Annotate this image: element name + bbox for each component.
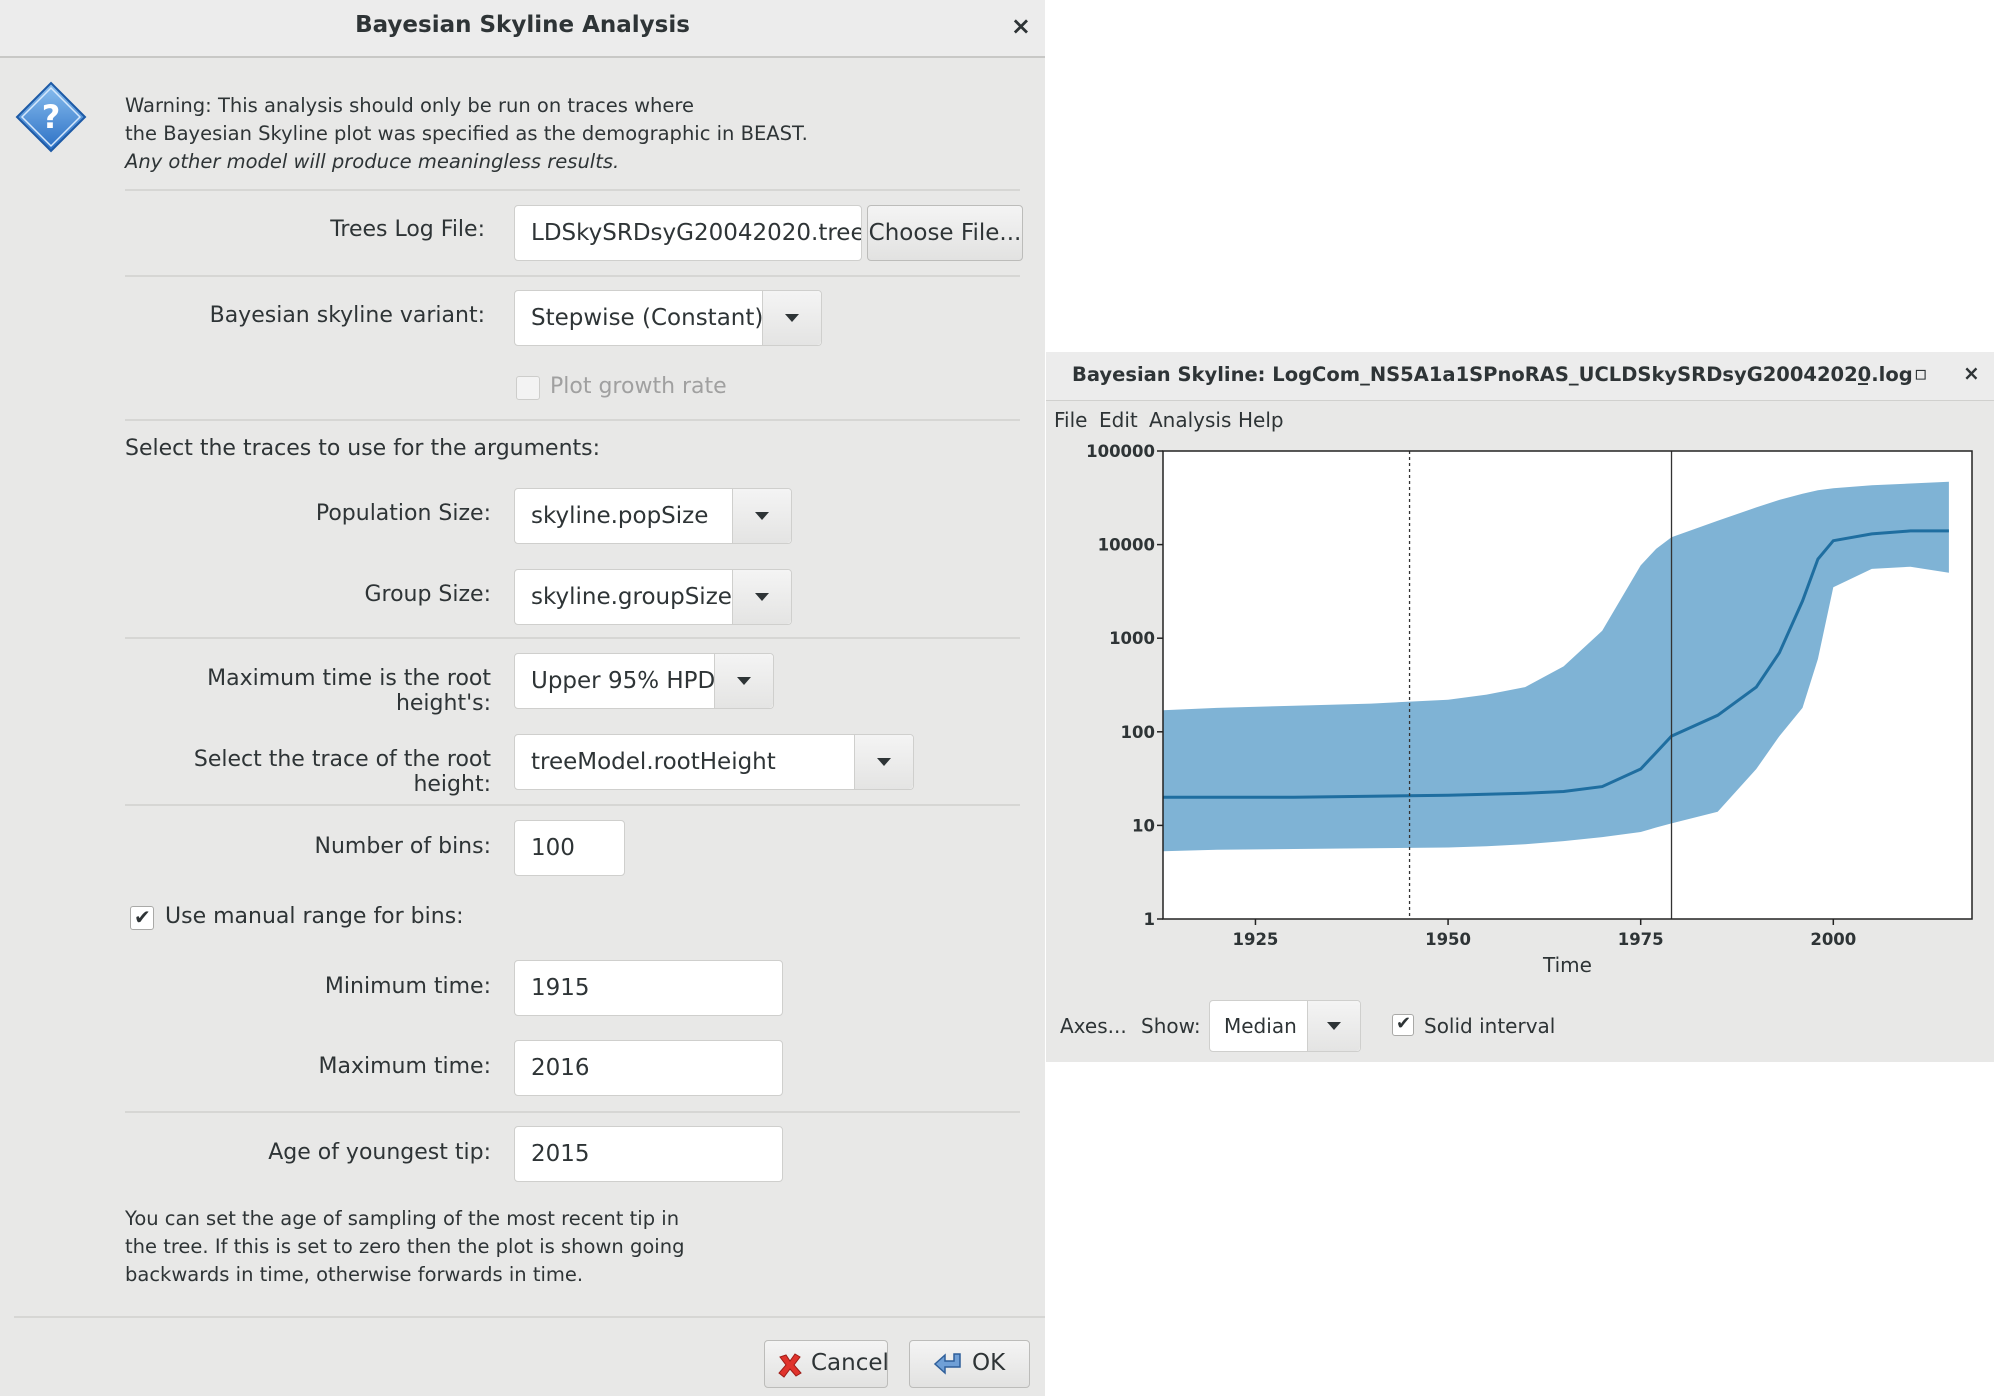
svg-text:?: ? — [42, 98, 61, 136]
skyline-window-title: Bayesian Skyline: LogCom_NS5A1a1SPnoRAS_… — [1072, 363, 1913, 386]
number-of-bins-label: Number of bins: — [314, 834, 491, 859]
y-tick-label: 1000 — [1109, 629, 1155, 648]
population-size-label: Population Size: — [315, 501, 491, 526]
y-tick-label: 1 — [1144, 910, 1155, 929]
show-value: Median — [1224, 1014, 1297, 1038]
plot-growth-rate-label: Plot growth rate — [550, 374, 727, 399]
skyline-chart: 1 10 100 1000 10000 100000 1925 1950 1975 2000 Tim… — [1086, 442, 1973, 977]
group-size-label: Group Size: — [364, 582, 491, 607]
ok-label: OK — [972, 1350, 1006, 1376]
minimum-time-label: Minimum time: — [324, 974, 491, 999]
skyline-variant-label: Bayesian skyline variant: — [209, 303, 485, 328]
group-size-value: skyline.groupSize — [531, 584, 732, 610]
max-time-root-select[interactable]: Upper 95% HPD — [514, 653, 774, 709]
x-tick-label: 2000 — [1810, 930, 1856, 949]
show-select[interactable]: Median — [1209, 1000, 1361, 1052]
chevron-down-icon[interactable] — [732, 570, 791, 624]
chevron-down-icon[interactable] — [854, 735, 913, 789]
dialog-title: Bayesian Skyline Analysis — [355, 12, 690, 38]
population-size-select[interactable]: skyline.popSize — [514, 488, 792, 544]
x-axis-label: Time — [1542, 953, 1592, 977]
solid-interval-checkbox[interactable]: ✔ — [1392, 1013, 1414, 1036]
trees-log-label: Trees Log File: — [330, 217, 485, 242]
youngest-tip-label: Age of youngest tip: — [268, 1140, 491, 1165]
warning-text: Warning: This analysis should only be ru… — [125, 92, 808, 176]
skyline-window-titlebar: Bayesian Skyline: LogCom_NS5A1a1SPnoRAS_… — [1046, 352, 1994, 401]
note-line-2: the tree. If this is set to zero then th… — [125, 1235, 685, 1258]
choose-file-button[interactable]: Choose File... — [867, 205, 1023, 261]
warning-line-3: Any other model will produce meaningless… — [125, 150, 620, 173]
axes-button[interactable]: Axes... — [1060, 1014, 1127, 1038]
ok-button[interactable]: OK — [909, 1340, 1030, 1388]
menu-file[interactable]: File — [1054, 408, 1087, 432]
question-icon: ? — [15, 81, 87, 153]
minimize-icon[interactable]: _ — [1858, 361, 1868, 385]
cancel-label: Cancel — [811, 1350, 889, 1376]
note-line-1: You can set the age of sampling of the m… — [125, 1207, 680, 1230]
chevron-down-icon[interactable] — [762, 291, 821, 345]
show-label: Show: — [1141, 1014, 1201, 1038]
root-height-trace-select[interactable]: treeModel.rootHeight — [514, 734, 914, 790]
number-of-bins-field[interactable]: 100 — [514, 820, 625, 876]
tip-age-note: You can set the age of sampling of the m… — [125, 1205, 684, 1289]
menu-help[interactable]: Help — [1238, 408, 1284, 432]
enter-arrow-icon — [933, 1353, 961, 1375]
warning-line-2: the Bayesian Skyline plot was specified … — [125, 122, 808, 145]
chevron-down-icon[interactable] — [732, 489, 791, 543]
separator — [125, 637, 1020, 639]
separator — [125, 275, 1020, 277]
max-time-root-label: Maximum time is the root height's: — [207, 666, 491, 716]
skyline-variant-value: Stepwise (Constant) — [531, 305, 764, 331]
note-line-3: backwards in time, otherwise forwards in… — [125, 1263, 584, 1286]
separator — [125, 804, 1020, 806]
y-tick-label: 10 — [1132, 816, 1155, 835]
dialog-titlebar: Bayesian Skyline Analysis × — [0, 0, 1045, 58]
skyline-variant-select[interactable]: Stepwise (Constant) — [514, 290, 822, 346]
select-traces-heading: Select the traces to use for the argumen… — [125, 436, 601, 461]
menu-analysis[interactable]: Analysis — [1149, 408, 1231, 432]
max-time-root-value: Upper 95% HPD — [531, 668, 716, 694]
x-tick-label: 1975 — [1618, 930, 1664, 949]
x-tick-label: 1925 — [1232, 930, 1278, 949]
y-tick-label: 100 — [1121, 723, 1155, 742]
root-height-trace-value: treeModel.rootHeight — [531, 749, 776, 775]
population-size-value: skyline.popSize — [531, 503, 709, 529]
youngest-tip-field[interactable]: 2015 — [514, 1126, 783, 1182]
minimum-time-field[interactable]: 1915 — [514, 960, 783, 1016]
dialog-close-icon[interactable]: × — [1011, 12, 1031, 40]
maximum-time-field[interactable]: 2016 — [514, 1040, 783, 1096]
menu-edit[interactable]: Edit — [1099, 408, 1138, 432]
manual-range-label: Use manual range for bins: — [165, 904, 464, 929]
skyline-plot-window: Bayesian Skyline: LogCom_NS5A1a1SPnoRAS_… — [1046, 352, 1994, 1062]
cancel-icon — [778, 1353, 802, 1378]
separator — [14, 1316, 1045, 1318]
separator — [125, 189, 1020, 191]
x-tick-label: 1950 — [1425, 930, 1471, 949]
manual-range-checkbox[interactable]: ✔ — [130, 905, 154, 930]
warning-line-1: Warning: This analysis should only be ru… — [125, 94, 694, 117]
group-size-select[interactable]: skyline.groupSize — [514, 569, 792, 625]
maximize-icon[interactable]: ▫ — [1914, 361, 1928, 385]
maximum-time-label: Maximum time: — [318, 1054, 491, 1079]
trees-log-field[interactable]: LDSkySRDsyG20042020.trees — [514, 205, 862, 261]
menu-bar: File Edit Analysis Help — [1046, 400, 1994, 440]
separator — [125, 1111, 1020, 1113]
y-tick-label: 10000 — [1098, 536, 1155, 555]
separator — [125, 419, 1020, 421]
plot-growth-rate-checkbox[interactable] — [516, 376, 540, 400]
bayesian-skyline-analysis-dialog: Bayesian Skyline Analysis × ? Warning: T… — [0, 0, 1045, 1396]
cancel-button[interactable]: Cancel — [764, 1340, 889, 1388]
y-tick-label: 100000 — [1086, 442, 1155, 461]
chevron-down-icon[interactable] — [714, 654, 773, 708]
root-height-trace-label: Select the trace of the root height: — [193, 747, 491, 797]
solid-interval-label: Solid interval — [1424, 1014, 1556, 1038]
close-icon[interactable]: × — [1963, 361, 1980, 385]
chevron-down-icon[interactable] — [1307, 1001, 1360, 1051]
